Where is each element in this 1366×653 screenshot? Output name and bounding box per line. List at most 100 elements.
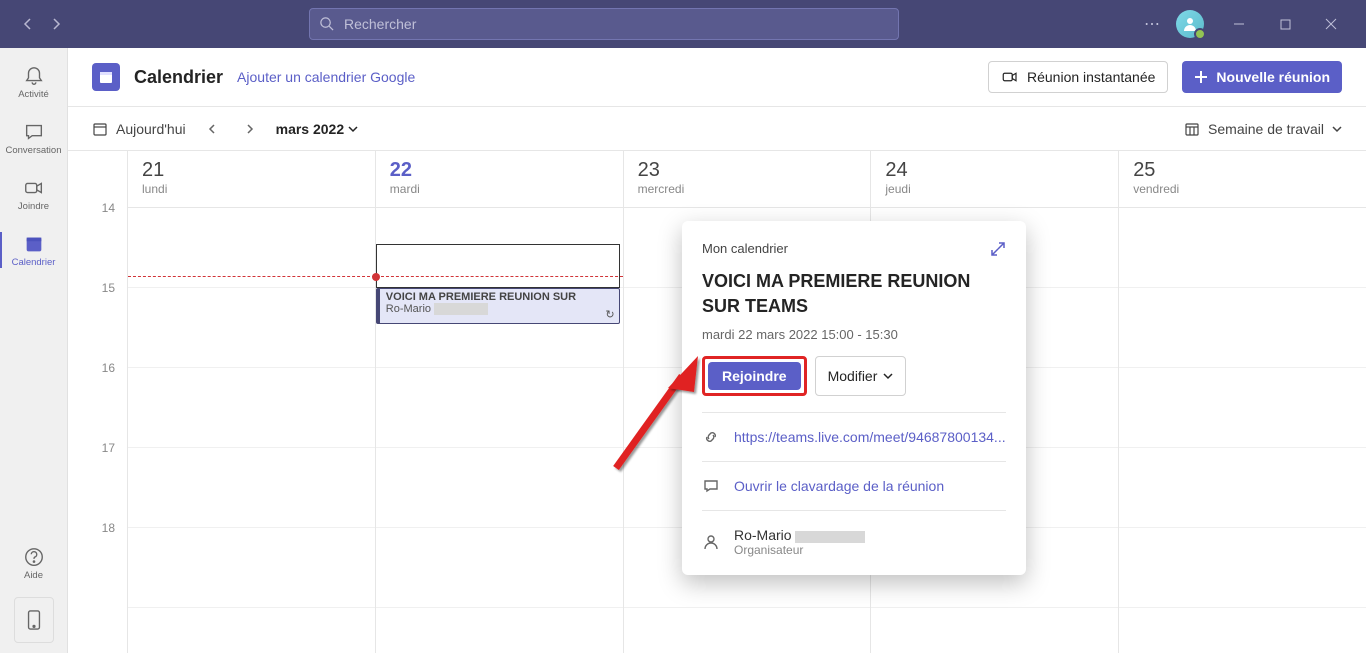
day-column-monday: 21 lundi [128,151,376,653]
window-controls [1216,8,1354,40]
day-column-tuesday: 22 mardi VOICI MA PREMIERE REUNION SUR R… [376,151,624,653]
redacted-text [795,531,865,543]
app-rail: Activité Conversation Joindre Calendrier… [0,48,68,653]
event-organizer: Ro-Mario [386,303,431,315]
avatar[interactable] [1176,10,1204,38]
annotation-highlight: Rejoindre [702,356,807,396]
presence-available-icon [1194,28,1206,40]
day-number: 23 [638,159,857,182]
time-label: 18 [68,521,127,601]
calendar-event[interactable]: VOICI MA PREMIERE REUNION SUR Ro-Mario ↻ [376,288,620,324]
phone-icon [26,610,42,630]
popover-event-time: mardi 22 mars 2022 15:00 - 15:30 [702,327,1006,342]
organizer-role: Organisateur [734,543,865,557]
title-bar: ⋯ [0,0,1366,48]
help-icon [23,546,45,568]
calendar-toolbar: Aujourd'hui mars 2022 Semaine de travail [68,107,1366,151]
person-icon [702,534,720,550]
day-name: mercredi [638,182,857,196]
chevron-left-icon [207,124,217,134]
add-google-calendar-link[interactable]: Ajouter un calendrier Google [237,69,415,85]
event-title: VOICI MA PREMIERE REUNION SUR [386,291,613,303]
link-icon [702,429,720,445]
rail-phone[interactable] [14,597,54,643]
time-label: 17 [68,441,127,521]
today-button[interactable]: Aujourd'hui [92,121,186,137]
view-selector[interactable]: Semaine de travail [1184,121,1342,137]
chevron-down-icon [348,124,358,134]
search-input[interactable] [309,8,899,40]
day-header: 25 vendredi [1119,151,1366,208]
day-number: 21 [142,159,361,182]
day-body[interactable]: VOICI MA PREMIERE REUNION SUR Ro-Mario ↻ [376,208,623,653]
meeting-link[interactable]: https://teams.live.com/meet/94687800134.… [734,429,1006,445]
organizer-name: Ro-Mario [734,527,792,543]
new-meeting-label: Nouvelle réunion [1216,69,1330,85]
day-body[interactable] [1119,208,1366,653]
close-button[interactable] [1308,8,1354,40]
join-button[interactable]: Rejoindre [708,362,801,390]
rail-chat[interactable]: Conversation [0,110,67,166]
main-content: Calendrier Ajouter un calendrier Google … [68,48,1366,653]
day-number: 25 [1133,159,1352,182]
search-container [309,8,899,40]
popover-event-title: VOICI MA PREMIERE REUNION SUR TEAMS [702,269,1006,319]
titlebar-right: ⋯ [1140,8,1354,40]
search-icon [319,16,334,31]
rail-join-label: Joindre [18,201,49,212]
chat-icon [23,121,45,143]
day-header: 23 mercredi [624,151,871,208]
rail-activity-label: Activité [18,89,49,100]
expand-icon [990,241,1006,257]
event-selection-outline [376,244,620,288]
video-icon [23,177,45,199]
calendar-icon [23,233,45,255]
modify-button[interactable]: Modifier [815,356,907,396]
time-label: 15 [68,281,127,361]
calendar-today-icon [92,121,108,137]
expand-button[interactable] [990,241,1006,257]
calendar-app-icon [92,63,120,91]
open-chat-row[interactable]: Ouvrir le clavardage de la réunion [702,478,1006,494]
event-details-popover: Mon calendrier VOICI MA PREMIERE REUNION… [682,221,1026,575]
rail-calendar[interactable]: Calendrier [0,222,67,278]
day-number: 22 [390,159,609,182]
recurring-icon: ↻ [605,308,614,321]
bell-icon [23,65,45,87]
more-icon[interactable]: ⋯ [1140,10,1164,38]
chevron-left-icon [22,18,34,30]
rail-help[interactable]: Aide [0,535,67,591]
day-name: vendredi [1133,182,1352,196]
today-label: Aujourd'hui [116,121,186,137]
chat-icon [702,478,720,494]
rail-activity[interactable]: Activité [0,54,67,110]
day-column-friday: 25 vendredi [1119,151,1366,653]
view-selector-label: Semaine de travail [1208,121,1324,137]
month-selector[interactable]: mars 2022 [276,121,359,137]
time-label: 16 [68,361,127,441]
rail-calendar-label: Calendrier [12,257,56,268]
chevron-right-icon [245,124,255,134]
new-meeting-button[interactable]: Nouvelle réunion [1182,61,1342,93]
rail-join[interactable]: Joindre [0,166,67,222]
meeting-link-row[interactable]: https://teams.live.com/meet/94687800134.… [702,429,1006,445]
video-icon [1001,68,1019,86]
maximize-button[interactable] [1262,8,1308,40]
minimize-button[interactable] [1216,8,1262,40]
back-button[interactable] [16,12,40,36]
day-body[interactable] [128,208,375,653]
chevron-right-icon [50,18,62,30]
open-chat-link[interactable]: Ouvrir le clavardage de la réunion [734,478,944,494]
prev-period-button[interactable] [200,117,224,141]
current-time-indicator [372,273,380,281]
modify-label: Modifier [828,368,878,384]
calendar-view-icon [1184,121,1200,137]
time-column: 14 15 16 17 18 [68,151,128,653]
next-period-button[interactable] [238,117,262,141]
instant-meeting-button[interactable]: Réunion instantanée [988,61,1168,93]
plus-icon [1194,70,1208,84]
month-label-text: mars 2022 [276,121,345,137]
forward-button[interactable] [44,12,68,36]
chevron-down-icon [1332,124,1342,134]
redacted-text [434,303,488,315]
